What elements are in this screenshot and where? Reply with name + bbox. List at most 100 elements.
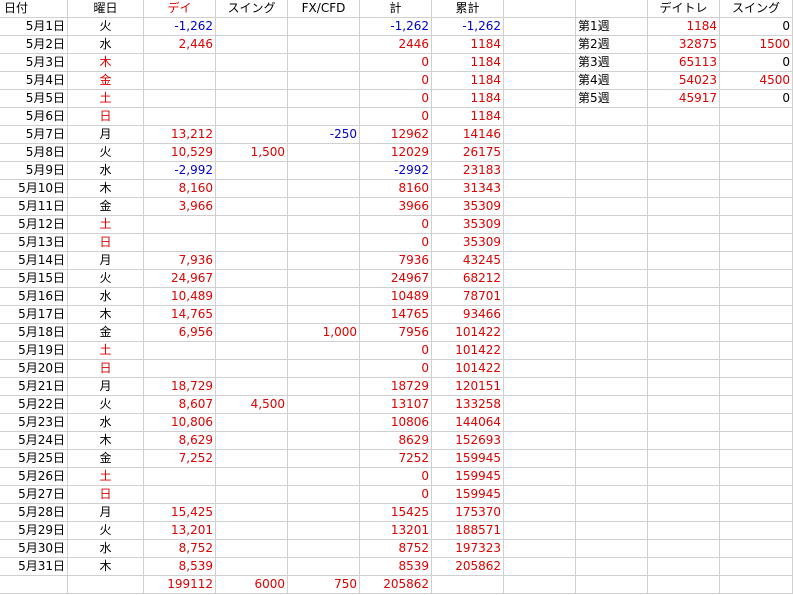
swing-cell[interactable] xyxy=(216,504,288,521)
cumulative-cell[interactable]: 101422 xyxy=(432,360,504,377)
empty-cell[interactable] xyxy=(648,162,720,179)
swing-cell[interactable] xyxy=(216,486,288,503)
date-cell[interactable]: 5月15日 xyxy=(0,270,68,287)
empty-cell[interactable] xyxy=(648,288,720,305)
empty-cell[interactable] xyxy=(720,216,793,233)
date-cell[interactable]: 5月17日 xyxy=(0,306,68,323)
empty-cell[interactable] xyxy=(720,450,793,467)
date-cell[interactable]: 5月23日 xyxy=(0,414,68,431)
empty-cell[interactable] xyxy=(648,306,720,323)
total-cell[interactable]: 10489 xyxy=(360,288,432,305)
week-swing[interactable]: 0 xyxy=(720,90,793,107)
empty-cell[interactable] xyxy=(504,486,576,503)
empty-cell[interactable] xyxy=(720,396,793,413)
total-cell[interactable]: -1,262 xyxy=(360,18,432,35)
date-cell[interactable]: 5月29日 xyxy=(0,522,68,539)
cumulative-cell[interactable]: 31343 xyxy=(432,180,504,197)
empty-cell[interactable] xyxy=(576,252,648,269)
day-trade-cell[interactable]: 18,729 xyxy=(144,378,216,395)
empty-cell[interactable] xyxy=(504,198,576,215)
swing-cell[interactable] xyxy=(216,108,288,125)
date-cell[interactable]: 5月24日 xyxy=(0,432,68,449)
total-cell[interactable]: 8629 xyxy=(360,432,432,449)
empty-cell[interactable] xyxy=(648,414,720,431)
empty-cell[interactable] xyxy=(720,270,793,287)
day-trade-cell[interactable] xyxy=(144,342,216,359)
date-cell[interactable]: 5月5日 xyxy=(0,90,68,107)
empty-cell[interactable] xyxy=(720,342,793,359)
swing-cell[interactable] xyxy=(216,126,288,143)
header-summary-swing[interactable]: スイング xyxy=(720,0,793,17)
empty-cell[interactable] xyxy=(720,504,793,521)
week-label[interactable]: 第1週 xyxy=(576,18,648,35)
swing-cell[interactable] xyxy=(216,72,288,89)
total-cell[interactable]: 13201 xyxy=(360,522,432,539)
total-cell[interactable]: 0 xyxy=(360,54,432,71)
empty-cell[interactable] xyxy=(504,432,576,449)
empty-cell[interactable] xyxy=(504,234,576,251)
empty-cell[interactable] xyxy=(576,414,648,431)
fx-cfd-cell[interactable] xyxy=(288,180,360,197)
total-cell[interactable]: 0 xyxy=(360,90,432,107)
week-day-trade[interactable]: 32875 xyxy=(648,36,720,53)
fx-cfd-cell[interactable] xyxy=(288,144,360,161)
date-cell[interactable]: 5月9日 xyxy=(0,162,68,179)
empty-cell[interactable] xyxy=(504,342,576,359)
fx-cfd-cell[interactable] xyxy=(288,288,360,305)
empty-cell[interactable] xyxy=(68,576,144,593)
empty-cell[interactable] xyxy=(720,360,793,377)
total-swing[interactable]: 6000 xyxy=(216,576,288,593)
empty-cell[interactable] xyxy=(720,486,793,503)
empty-cell[interactable] xyxy=(576,0,648,17)
swing-cell[interactable] xyxy=(216,522,288,539)
empty-cell[interactable] xyxy=(504,576,576,593)
day-trade-cell[interactable]: 13,201 xyxy=(144,522,216,539)
empty-cell[interactable] xyxy=(576,396,648,413)
fx-cfd-cell[interactable] xyxy=(288,432,360,449)
header-weekday[interactable]: 曜日 xyxy=(68,0,144,17)
swing-cell[interactable] xyxy=(216,558,288,575)
cumulative-cell[interactable]: 120151 xyxy=(432,378,504,395)
swing-cell[interactable] xyxy=(216,270,288,287)
day-trade-cell[interactable]: 7,252 xyxy=(144,450,216,467)
empty-cell[interactable] xyxy=(648,576,720,593)
swing-cell[interactable] xyxy=(216,180,288,197)
date-cell[interactable]: 5月8日 xyxy=(0,144,68,161)
total-cell[interactable]: 0 xyxy=(360,360,432,377)
date-cell[interactable]: 5月11日 xyxy=(0,198,68,215)
empty-cell[interactable] xyxy=(648,144,720,161)
weekday-cell[interactable]: 木 xyxy=(68,432,144,449)
empty-cell[interactable] xyxy=(576,144,648,161)
week-day-trade[interactable]: 1184 xyxy=(648,18,720,35)
total-cell[interactable]: 0 xyxy=(360,72,432,89)
total-cell[interactable]: 8539 xyxy=(360,558,432,575)
fx-cfd-cell[interactable] xyxy=(288,450,360,467)
swing-cell[interactable] xyxy=(216,90,288,107)
date-cell[interactable]: 5月20日 xyxy=(0,360,68,377)
cumulative-cell[interactable]: 78701 xyxy=(432,288,504,305)
swing-cell[interactable] xyxy=(216,378,288,395)
cumulative-cell[interactable]: 68212 xyxy=(432,270,504,287)
weekday-cell[interactable]: 火 xyxy=(68,144,144,161)
total-cell[interactable]: 15425 xyxy=(360,504,432,521)
date-cell[interactable]: 5月10日 xyxy=(0,180,68,197)
day-trade-cell[interactable]: 8,752 xyxy=(144,540,216,557)
empty-cell[interactable] xyxy=(720,576,793,593)
empty-cell[interactable] xyxy=(576,288,648,305)
empty-cell[interactable] xyxy=(720,306,793,323)
fx-cfd-cell[interactable]: 1,000 xyxy=(288,324,360,341)
empty-cell[interactable] xyxy=(432,576,504,593)
day-trade-cell[interactable]: 8,607 xyxy=(144,396,216,413)
cumulative-cell[interactable]: 133258 xyxy=(432,396,504,413)
date-cell[interactable]: 5月30日 xyxy=(0,540,68,557)
empty-cell[interactable] xyxy=(576,216,648,233)
day-trade-cell[interactable] xyxy=(144,234,216,251)
fx-cfd-cell[interactable] xyxy=(288,486,360,503)
weekday-cell[interactable]: 月 xyxy=(68,504,144,521)
day-trade-cell[interactable]: 6,956 xyxy=(144,324,216,341)
weekday-cell[interactable]: 日 xyxy=(68,234,144,251)
weekday-cell[interactable]: 金 xyxy=(68,72,144,89)
cumulative-cell[interactable]: 14146 xyxy=(432,126,504,143)
empty-cell[interactable] xyxy=(720,198,793,215)
empty-cell[interactable] xyxy=(720,108,793,125)
